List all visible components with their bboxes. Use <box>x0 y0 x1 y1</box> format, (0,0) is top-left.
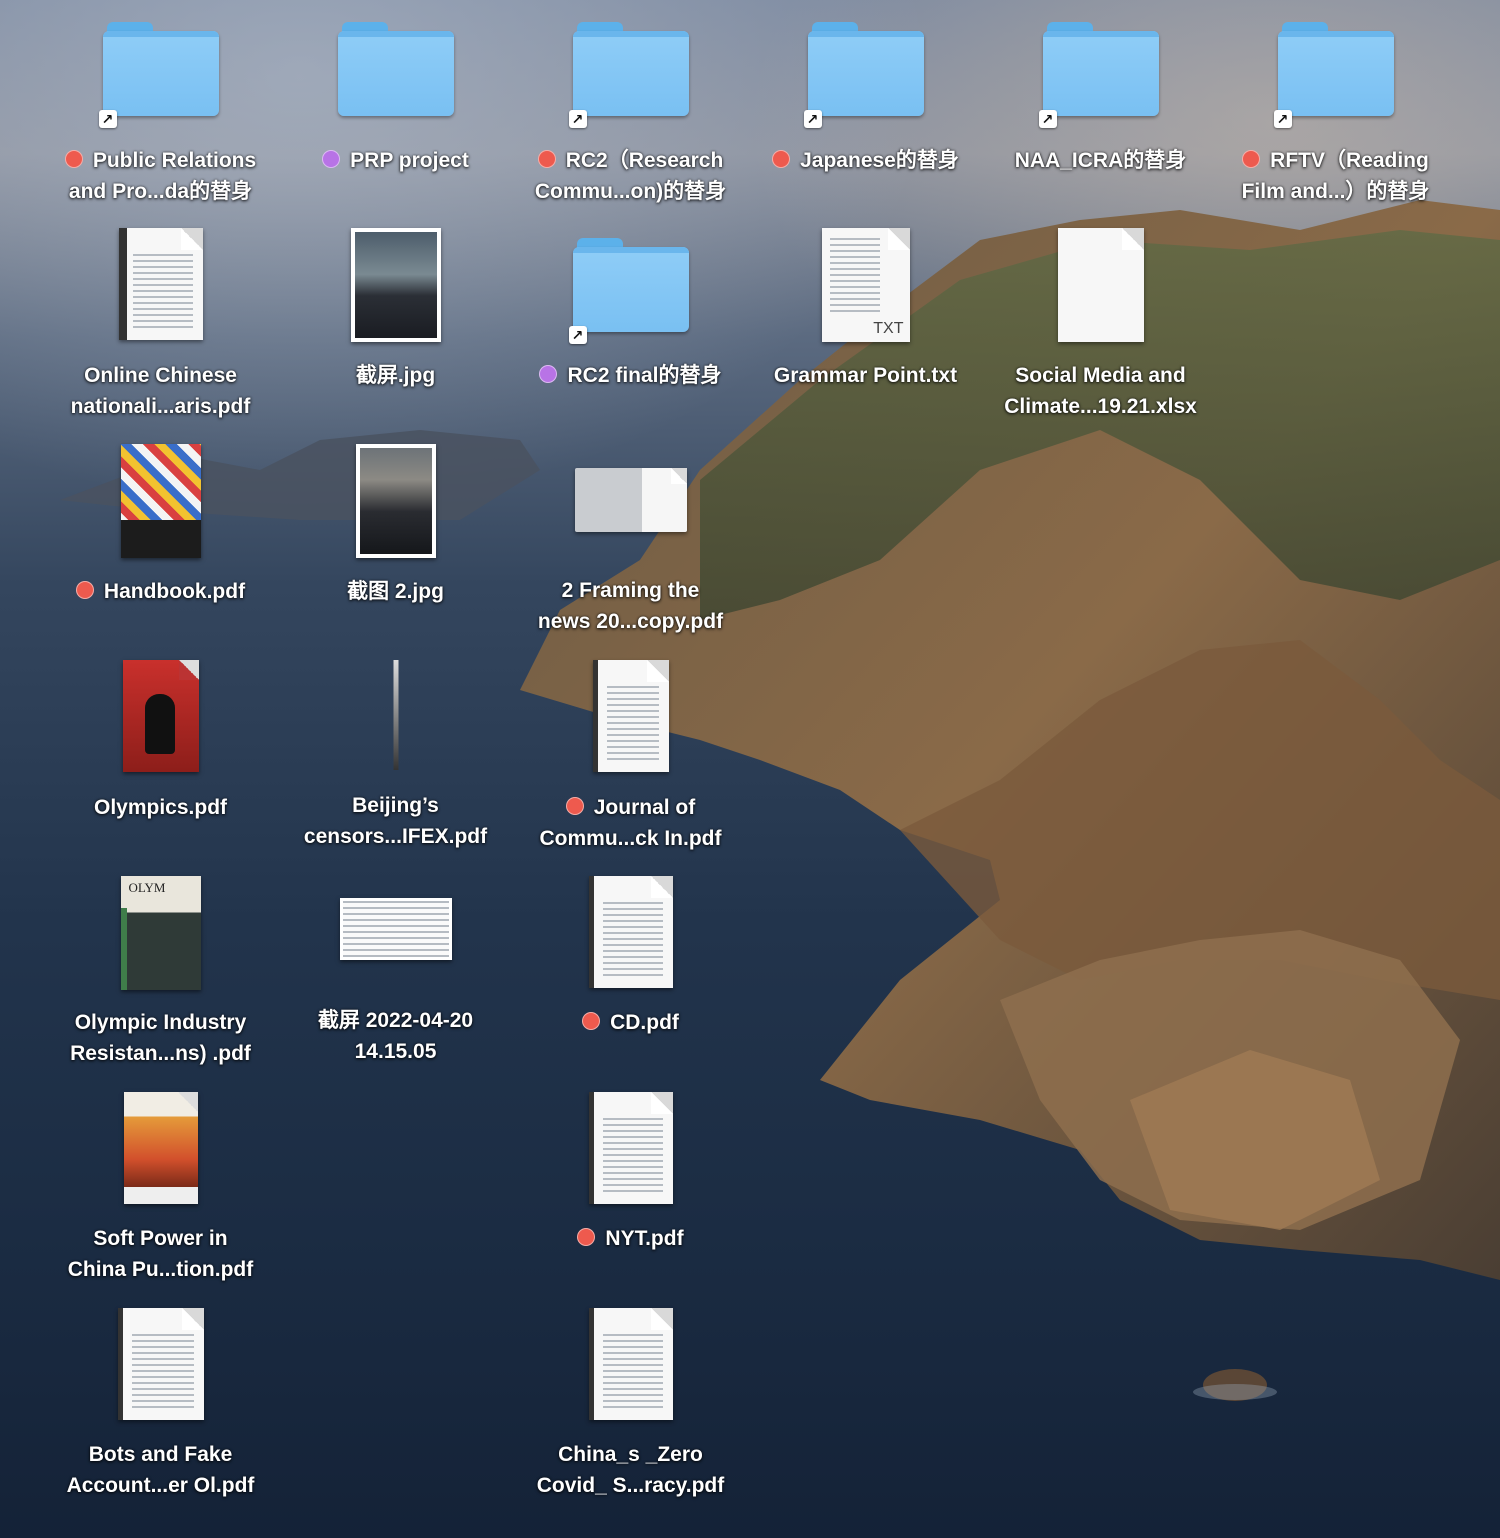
file-label: Beijing’s censors...IFEX.pdf <box>303 794 488 848</box>
desktop-item-screenshot[interactable]: 截屏 2022-04-20 14.15.05 <box>278 876 513 1066</box>
file-label: 截屏.jpg <box>355 364 436 387</box>
file-label: China_s _Zero Covid_ S...racy.pdf <box>536 1443 725 1497</box>
alias-arrow-icon: ↗ <box>803 110 822 128</box>
desktop-item-pdf[interactable]: Beijing’s censors...IFEX.pdf <box>278 660 513 850</box>
folder-icon: ↗ <box>98 22 219 128</box>
pdf-document-icon <box>588 1308 673 1420</box>
desktop-item-folder[interactable]: ↗ RC2 final的替身 <box>513 238 748 428</box>
alias-arrow-icon: ↗ <box>98 110 117 128</box>
desktop-item-txt[interactable]: TXT Grammar Point.txt <box>748 228 983 428</box>
desktop-item-pdf[interactable]: CD.pdf <box>513 876 748 1066</box>
desktop-item-pdf[interactable]: China_s _Zero Covid_ S...racy.pdf <box>513 1308 748 1508</box>
desktop-item-pdf[interactable]: Journal of Commu...ck In.pdf <box>513 660 748 850</box>
red-tag-icon <box>75 581 94 599</box>
desktop-item-image[interactable]: 截图 2.jpg <box>278 444 513 624</box>
file-label: Social Media and Climate...19.21.xlsx <box>1004 364 1197 418</box>
photo-thumbnail-icon <box>350 228 441 342</box>
file-label: 截图 2.jpg <box>347 580 444 603</box>
desktop-item-pdf[interactable]: Handbook.pdf <box>43 444 278 624</box>
desktop-item-folder[interactable]: ↗ Public Relations and Pro...da的替身 <box>43 22 278 212</box>
desktop-item-folder[interactable]: ↗ RFTV（Reading Film and...）的替身 <box>1218 22 1453 212</box>
desktop-item-folder[interactable]: PRP project <box>278 22 513 212</box>
file-label: Handbook.pdf <box>43 576 278 607</box>
red-tag-icon <box>582 1012 601 1030</box>
text-document-icon: TXT <box>821 228 910 342</box>
file-label: Olympic Industry Resistan...ns) .pdf <box>70 1011 251 1065</box>
folder-icon: ↗ <box>1273 22 1394 128</box>
folder-icon: ↗ <box>803 22 924 128</box>
folder-icon: ↗ <box>1038 22 1159 128</box>
desktop-item-image[interactable]: 截屏.jpg <box>278 228 513 428</box>
desktop-item-pdf[interactable]: OLYM Olympic Industry Resistan...ns) .pd… <box>43 876 278 1066</box>
file-label: PRP project <box>278 145 513 176</box>
file-label: Olympics.pdf <box>93 796 228 819</box>
pdf-document-icon <box>117 1308 204 1420</box>
folder-icon: ↗ <box>568 22 689 128</box>
red-tag-icon <box>577 1228 596 1246</box>
file-label: NAA_ICRA的替身 <box>1014 149 1187 172</box>
blank-document-icon <box>1057 228 1144 342</box>
pdf-document-icon <box>588 1092 673 1204</box>
file-label: Public Relations and Pro...da的替身 <box>43 145 278 207</box>
desktop-item-folder[interactable]: ↗ NAA_ICRA的替身 <box>983 22 1218 212</box>
file-label: CD.pdf <box>513 1007 748 1038</box>
red-tag-icon <box>1242 150 1261 168</box>
desktop-item-pdf[interactable]: NYT.pdf <box>513 1092 748 1282</box>
desktop-item-folder[interactable]: ↗ RC2（Research Commu...on)的替身 <box>513 22 748 212</box>
pdf-landscape-icon <box>574 468 687 532</box>
desktop-item-pdf[interactable]: Bots and Fake Account...er Ol.pdf <box>43 1308 278 1508</box>
purple-tag-icon <box>539 365 558 383</box>
file-label: Japanese的替身 <box>748 145 983 176</box>
alias-arrow-icon: ↗ <box>568 326 587 344</box>
desktop-item-pdf[interactable]: Olympics.pdf <box>43 660 278 830</box>
file-label: Online Chinese nationali...aris.pdf <box>70 364 251 418</box>
book-cover-icon <box>122 660 199 772</box>
screenshot-thumbnail-icon <box>339 898 452 960</box>
file-label: RC2（Research Commu...on)的替身 <box>534 149 727 203</box>
pdf-document-icon <box>118 228 203 340</box>
red-tag-icon <box>772 150 791 168</box>
alias-arrow-icon: ↗ <box>568 110 587 128</box>
folder-icon <box>337 22 454 118</box>
photo-thumbnail-icon <box>355 444 436 558</box>
purple-tag-icon <box>322 150 341 168</box>
folder-icon: ↗ <box>568 238 689 344</box>
book-cover-icon <box>123 1092 198 1204</box>
desktop-item-xlsx[interactable]: Social Media and Climate...19.21.xlsx <box>983 228 1218 428</box>
file-label: RFTV（Reading Film and...）的替身 <box>1241 149 1430 203</box>
file-label: 2 Framing the news 20...copy.pdf <box>537 579 724 633</box>
red-tag-icon <box>537 150 556 168</box>
thin-document-icon <box>393 660 398 770</box>
file-label: NYT.pdf <box>513 1223 748 1254</box>
file-label: Bots and Fake Account...er Ol.pdf <box>66 1443 255 1497</box>
book-cover-icon: OLYM <box>120 876 201 990</box>
file-label: Grammar Point.txt <box>773 364 958 387</box>
file-label: Soft Power in China Pu...tion.pdf <box>67 1227 254 1281</box>
red-tag-icon <box>565 797 584 815</box>
file-label: 截屏 2022-04-20 14.15.05 <box>317 1009 474 1063</box>
file-label: RC2 final的替身 <box>513 360 748 391</box>
pdf-document-icon <box>588 876 673 988</box>
desktop: ↗ Public Relations and Pro...da的替身 PRP p… <box>0 0 1500 1538</box>
alias-arrow-icon: ↗ <box>1038 110 1057 128</box>
file-label: Journal of Commu...ck In.pdf <box>539 796 722 850</box>
desktop-item-pdf[interactable]: Online Chinese nationali...aris.pdf <box>43 228 278 428</box>
alias-arrow-icon: ↗ <box>1273 110 1292 128</box>
pdf-document-icon <box>592 660 669 772</box>
desktop-item-pdf[interactable]: Soft Power in China Pu...tion.pdf <box>43 1092 278 1282</box>
desktop-item-folder[interactable]: ↗ Japanese的替身 <box>748 22 983 212</box>
desktop-item-pdf[interactable]: 2 Framing the news 20...copy.pdf <box>513 468 748 638</box>
book-cover-icon <box>120 444 201 558</box>
red-tag-icon <box>64 150 83 168</box>
